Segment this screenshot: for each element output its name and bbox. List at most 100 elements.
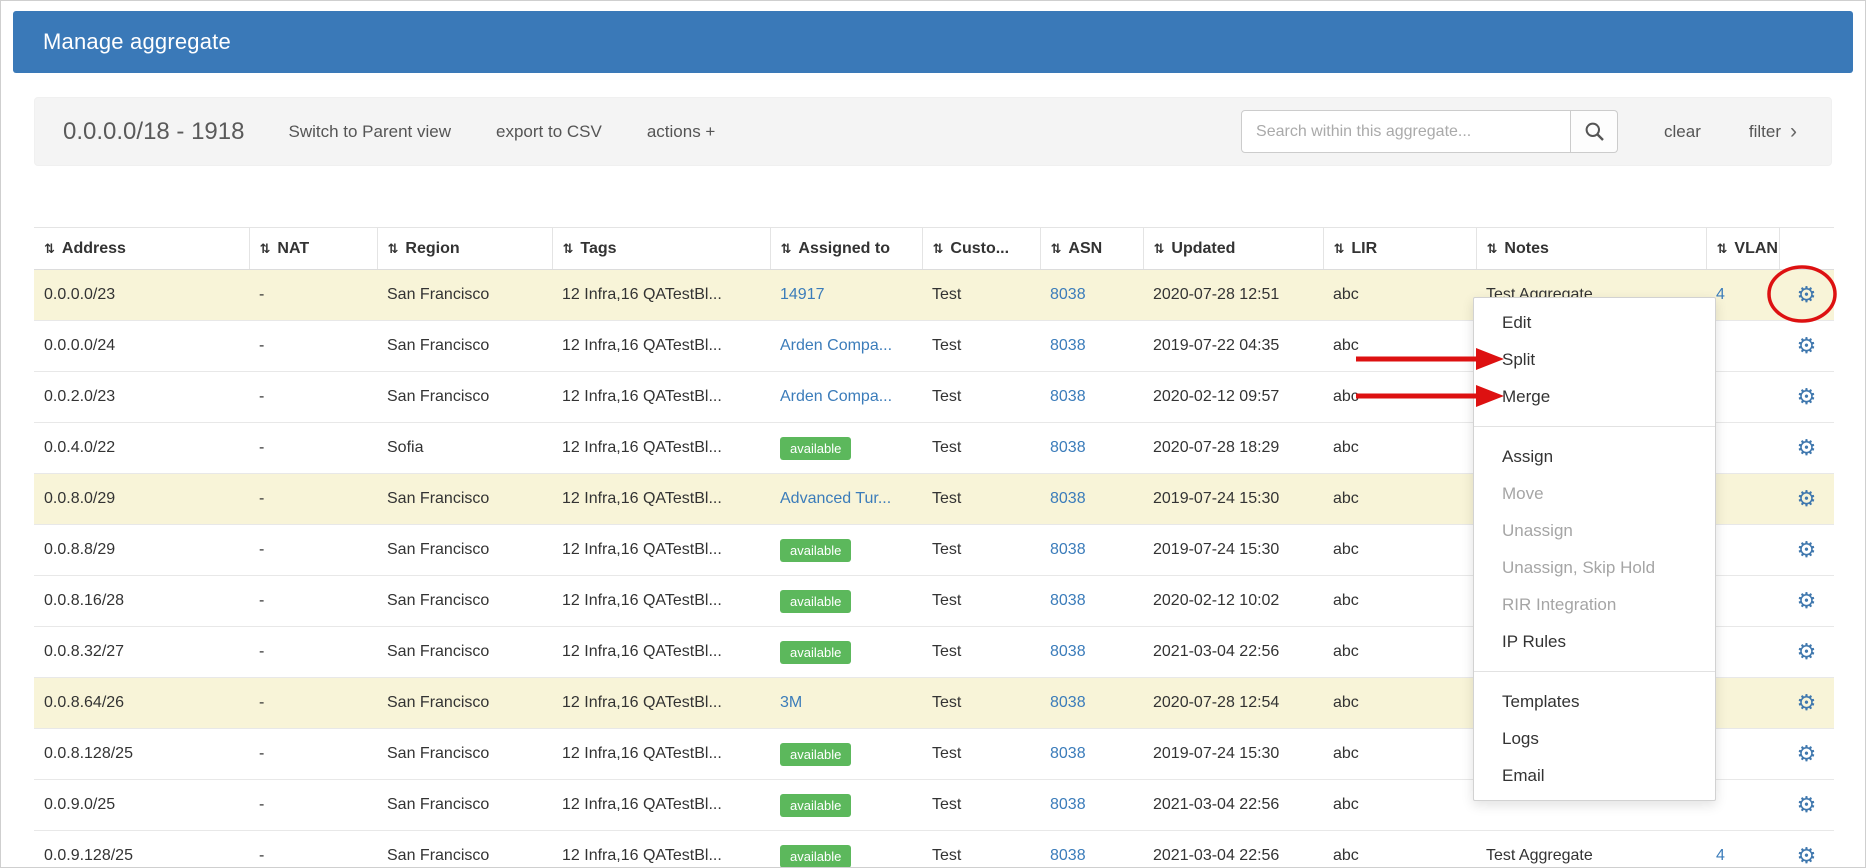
vlan-cell — [1706, 372, 1779, 423]
menu-item-email[interactable]: Email — [1474, 757, 1715, 794]
row-actions-gear-icon[interactable]: ⚙ — [1797, 741, 1817, 766]
actions-cell: ⚙ — [1779, 576, 1834, 627]
menu-item-ip-rules[interactable]: IP Rules — [1474, 623, 1715, 660]
search-button[interactable] — [1571, 110, 1618, 153]
vlan-link[interactable]: 4 — [1716, 286, 1725, 304]
lir-cell: abc — [1323, 321, 1476, 372]
column-header-asn[interactable]: ⇅ASN — [1040, 228, 1143, 270]
switch-parent-view-link[interactable]: Switch to Parent view — [288, 122, 451, 142]
region-cell: San Francisco — [377, 474, 552, 525]
row-actions-gear-icon[interactable]: ⚙ — [1797, 384, 1817, 409]
assigned-link[interactable]: 14917 — [780, 286, 825, 304]
row-actions-gear-icon[interactable]: ⚙ — [1797, 282, 1817, 307]
vlan-cell — [1706, 576, 1779, 627]
customer-cell: Test — [922, 321, 1040, 372]
menu-item-rir-integration: RIR Integration — [1474, 586, 1715, 623]
asn-link[interactable]: 8038 — [1050, 541, 1086, 559]
menu-item-merge[interactable]: Merge — [1474, 378, 1715, 415]
lir-cell: abc — [1323, 474, 1476, 525]
row-actions-gear-icon[interactable]: ⚙ — [1797, 333, 1817, 358]
asn-link[interactable]: 8038 — [1050, 439, 1086, 457]
row-actions-gear-icon[interactable]: ⚙ — [1797, 537, 1817, 562]
address-cell: 0.0.8.64/26 — [34, 678, 249, 729]
asn-link[interactable]: 8038 — [1050, 388, 1086, 406]
assigned-link[interactable]: Arden Compa... — [780, 388, 892, 406]
sort-icon: ⇅ — [388, 241, 399, 256]
asn-link[interactable]: 8038 — [1050, 796, 1086, 814]
column-label: Notes — [1504, 240, 1548, 257]
asn-cell: 8038 — [1040, 372, 1143, 423]
row-actions-gear-icon[interactable]: ⚙ — [1797, 843, 1817, 868]
column-header-assigned-to[interactable]: ⇅Assigned to — [770, 228, 922, 270]
region-cell: San Francisco — [377, 270, 552, 321]
assigned-link[interactable]: Arden Compa... — [780, 337, 892, 355]
region-cell: San Francisco — [377, 372, 552, 423]
asn-link[interactable]: 8038 — [1050, 286, 1086, 304]
actions-menu-link[interactable]: actions + — [647, 122, 716, 142]
address-cell: 0.0.8.0/29 — [34, 474, 249, 525]
column-header-vlan[interactable]: ⇅VLAN — [1706, 228, 1779, 270]
filter-label: filter — [1749, 122, 1781, 142]
table-header-row: ⇅Address⇅NAT⇅Region⇅Tags⇅Assigned to⇅Cus… — [34, 228, 1834, 270]
assigned-link[interactable]: Advanced Tur... — [780, 490, 891, 508]
tags-cell: 12 Infra,16 QATestBl... — [552, 525, 770, 576]
clear-link[interactable]: clear — [1664, 122, 1701, 142]
region-cell: San Francisco — [377, 831, 552, 868]
row-actions-gear-icon[interactable]: ⚙ — [1797, 588, 1817, 613]
asn-link[interactable]: 8038 — [1050, 745, 1086, 763]
export-csv-link[interactable]: export to CSV — [496, 122, 602, 142]
row-actions-gear-icon[interactable]: ⚙ — [1797, 690, 1817, 715]
row-actions-gear-icon[interactable]: ⚙ — [1797, 435, 1817, 460]
actions-cell: ⚙ — [1779, 270, 1834, 321]
column-header-customer[interactable]: ⇅Custo... — [922, 228, 1040, 270]
column-label: Updated — [1171, 240, 1235, 257]
asn-link[interactable]: 8038 — [1050, 643, 1086, 661]
column-header-updated[interactable]: ⇅ Updated — [1143, 228, 1323, 270]
asn-link[interactable]: 8038 — [1050, 694, 1086, 712]
region-cell: San Francisco — [377, 780, 552, 831]
row-actions-gear-icon[interactable]: ⚙ — [1797, 486, 1817, 511]
column-header-notes[interactable]: ⇅Notes — [1476, 228, 1706, 270]
address-cell: 0.0.9.0/25 — [34, 780, 249, 831]
assigned-cell: 3M — [770, 678, 922, 729]
updated-cell: 2020-02-12 09:57 — [1143, 372, 1323, 423]
nat-cell: - — [249, 321, 377, 372]
assigned-link[interactable]: 3M — [780, 694, 802, 712]
asn-cell: 8038 — [1040, 576, 1143, 627]
row-actions-gear-icon[interactable]: ⚙ — [1797, 639, 1817, 664]
vlan-link[interactable]: 4 — [1716, 847, 1725, 865]
column-header-lir[interactable]: ⇅LIR — [1323, 228, 1476, 270]
menu-item-split[interactable]: Split — [1474, 341, 1715, 378]
asn-link[interactable]: 8038 — [1050, 337, 1086, 355]
nat-cell: - — [249, 525, 377, 576]
column-label: Address — [62, 240, 126, 257]
filter-link[interactable]: filter › — [1749, 121, 1797, 142]
lir-cell: abc — [1323, 678, 1476, 729]
menu-item-templates[interactable]: Templates — [1474, 683, 1715, 720]
menu-item-edit[interactable]: Edit — [1474, 304, 1715, 341]
table-row: 0.0.9.128/25-San Francisco12 Infra,16 QA… — [34, 831, 1834, 868]
asn-cell: 8038 — [1040, 423, 1143, 474]
sort-icon: ⇅ — [1154, 241, 1165, 256]
asn-cell: 8038 — [1040, 474, 1143, 525]
column-header-region[interactable]: ⇅Region — [377, 228, 552, 270]
updated-cell: 2021-03-04 22:56 — [1143, 780, 1323, 831]
asn-link[interactable]: 8038 — [1050, 490, 1086, 508]
asn-link[interactable]: 8038 — [1050, 847, 1086, 865]
address-cell: 0.0.8.128/25 — [34, 729, 249, 780]
column-header-tags[interactable]: ⇅Tags — [552, 228, 770, 270]
menu-item-logs[interactable]: Logs — [1474, 720, 1715, 757]
search-input[interactable] — [1241, 110, 1571, 153]
menu-item-assign[interactable]: Assign — [1474, 438, 1715, 475]
address-cell: 0.0.8.32/27 — [34, 627, 249, 678]
search-icon — [1584, 121, 1605, 142]
asn-link[interactable]: 8038 — [1050, 592, 1086, 610]
column-label: Tags — [580, 240, 616, 257]
row-actions-gear-icon[interactable]: ⚙ — [1797, 792, 1817, 817]
nat-cell: - — [249, 627, 377, 678]
toolbar: 0.0.0.0/18 - 1918 Switch to Parent view … — [34, 97, 1832, 166]
assigned-cell: available — [770, 780, 922, 831]
column-header-nat[interactable]: ⇅NAT — [249, 228, 377, 270]
column-header-address[interactable]: ⇅Address — [34, 228, 249, 270]
menu-divider — [1474, 426, 1715, 427]
